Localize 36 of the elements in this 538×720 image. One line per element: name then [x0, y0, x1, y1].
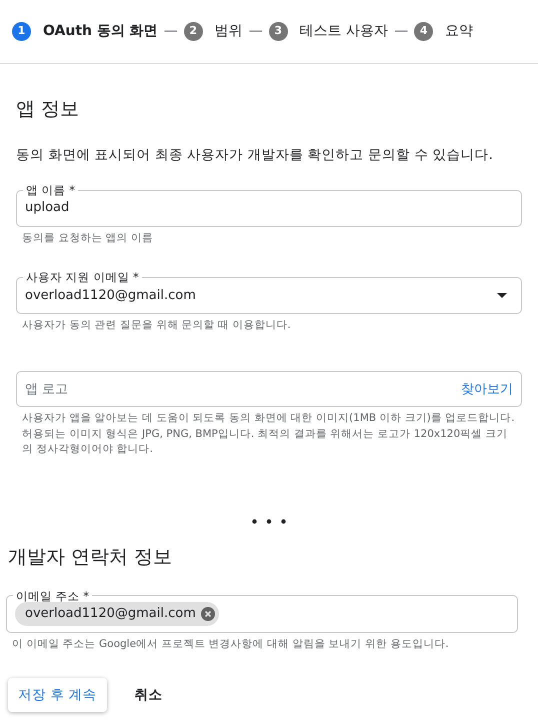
step-tab[interactable]: 범위 — [214, 21, 243, 42]
save-continue-button[interactable]: 저장 후 계속 — [8, 678, 107, 712]
step-tab[interactable]: 요약 — [445, 21, 474, 42]
select-field[interactable]: 사용자 지원 이메일 * overload1120@gmail.com — [16, 270, 522, 314]
remove-icon[interactable] — [200, 606, 215, 621]
step-separator: — — [164, 22, 178, 41]
step-separator: — — [248, 22, 263, 41]
field-value: upload — [25, 199, 70, 218]
input-field[interactable]: 앱 이름 * upload — [16, 183, 522, 228]
browse-button[interactable]: 찾아보기 — [461, 380, 513, 400]
step-number: 2 — [184, 22, 203, 41]
dropdown-arrow-icon[interactable] — [497, 292, 507, 298]
field-value: overload1120@gmail.com — [25, 286, 196, 305]
section-title: 개발자 연락처 정보 — [8, 546, 174, 569]
field-label: 사용자 지원 이메일 * — [25, 270, 140, 284]
cancel-button[interactable]: 취소 — [122, 678, 175, 712]
chip-text: overload1120@gmail.com — [25, 605, 196, 624]
helper-text: 동의를 요청하는 앱의 이름 — [22, 231, 154, 246]
field-label: 이메일 주소 * — [15, 588, 90, 603]
field-label: 앱 이름 * — [25, 183, 76, 198]
step-tab[interactable]: 테스트 사용자 — [300, 21, 388, 42]
step-number: 4 — [414, 22, 434, 41]
input-field[interactable]: 이메일 주소 * overload1120@gmail.com — [6, 588, 518, 633]
section-title: 앱 정보 — [16, 98, 80, 121]
helper-text: 이 이메일 주소는 Google에서 프로젝트 변경사항에 대해 알림을 보내기 위한 용도입니다. — [12, 636, 450, 652]
email-chip[interactable]: overload1120@gmail.com — [15, 602, 219, 626]
helper-text: 사용자가 동의 관련 질문을 위해 문의할 때 이용합니다. — [22, 318, 292, 334]
step-number: 3 — [268, 22, 288, 41]
more-dots-icon — [252, 519, 286, 524]
helper-text: 사용자가 앱을 알아보는 데 도움이 되도록 동의 화면에 대한 이미지(1MB 이하 크기)를 업로드합니다. 허용되는 이미지 형식은 JPG, PNG, BMP입니다. 최적의 결과를 위해서는 로고가 120x120픽셀 크기의 정사각형이어야 합니다. — [22, 411, 516, 457]
field-placeholder: 앱 로고 — [25, 380, 68, 399]
file-field[interactable]: 앱 로고 찾아보기 — [16, 371, 522, 408]
section-description: 동의 화면에 표시되어 최종 사용자가 개발자를 확인하고 문의할 수 있습니다. — [16, 146, 494, 165]
step-number: 1 — [12, 22, 31, 41]
step-tab[interactable]: OAuth 동의 화면 — [43, 21, 158, 42]
step-separator: — — [394, 22, 408, 41]
